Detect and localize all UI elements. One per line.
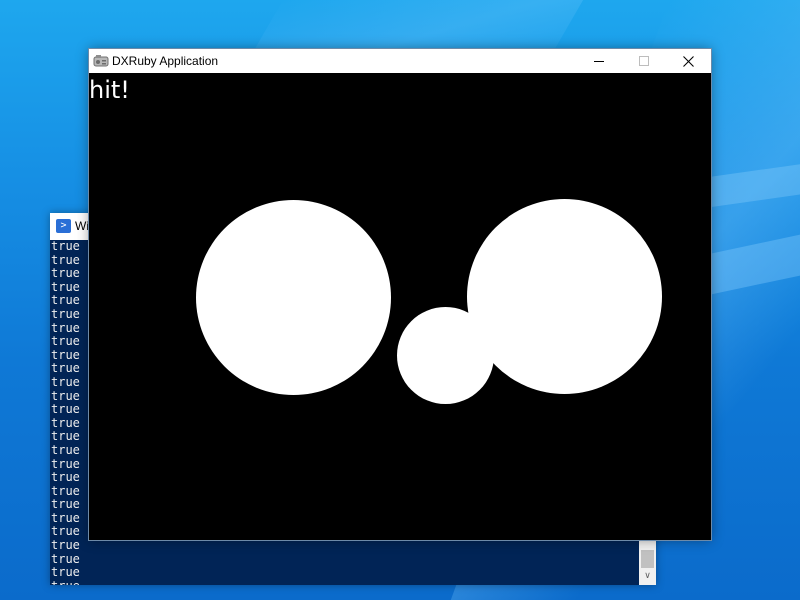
close-icon [683, 55, 694, 67]
console-line: true [51, 565, 80, 580]
circle-left [196, 200, 391, 395]
maximize-button[interactable] [621, 49, 666, 73]
desktop: > Wi true true true true true true true true tru… [0, 0, 800, 600]
close-button[interactable] [666, 49, 711, 73]
dxruby-titlebar[interactable]: DXRuby Application [89, 49, 711, 73]
minimize-icon [593, 61, 604, 62]
dxruby-app-icon [93, 55, 109, 67]
maximize-icon [638, 56, 649, 66]
powershell-window-title: Wi [75, 219, 89, 233]
game-canvas[interactable]: hit! [89, 73, 711, 540]
powershell-icon: > [56, 219, 71, 233]
console-line: true [51, 538, 80, 553]
minimize-button[interactable] [576, 49, 621, 73]
console-line: true [51, 579, 639, 585]
wallpaper-light-beam [698, 161, 800, 209]
dxruby-window[interactable]: DXRuby Application hit! [88, 48, 712, 541]
console-line: true [51, 551, 80, 566]
scrollbar-thumb[interactable] [641, 550, 654, 568]
hit-status-text: hit! [89, 76, 130, 104]
scroll-down-arrow-icon[interactable]: ∨ [639, 568, 656, 585]
dxruby-window-title: DXRuby Application [112, 54, 219, 68]
circle-right [467, 199, 662, 394]
